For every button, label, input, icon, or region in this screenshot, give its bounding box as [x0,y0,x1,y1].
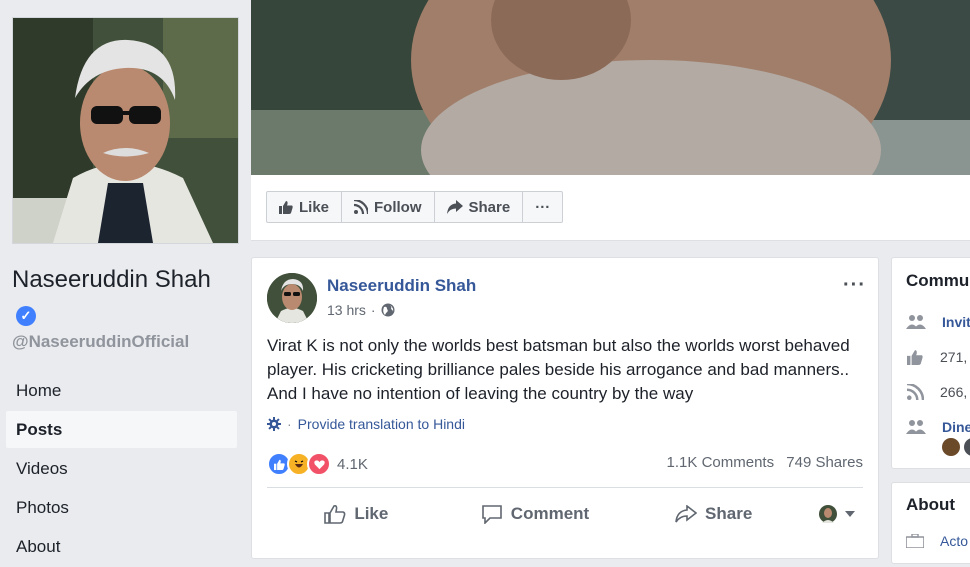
globe-icon[interactable] [381,303,395,317]
share-label: Share [705,504,753,523]
post-options-button[interactable]: ··· [843,274,866,297]
community-invite-link: Invit [942,314,970,330]
share-button[interactable]: Share [624,504,803,524]
friend-avatar[interactable] [942,438,960,456]
more-dots-icon: ··· [535,198,551,216]
page-action-bar: Like Follow Share ··· [251,175,970,241]
rss-icon [906,384,924,400]
page-title: Naseeruddin Shah ✓ [12,262,232,332]
post-divider [267,487,863,488]
share-arrow-icon [446,200,463,214]
page-nav: Home Posts Videos Photos About [6,372,237,567]
about-category: Acto [940,533,969,549]
thumbs-up-icon [279,201,293,214]
nav-item-videos[interactable]: Videos [6,450,237,487]
post-author-avatar[interactable] [267,273,317,323]
community-friends-link: Dine [942,419,970,435]
post-timestamp[interactable]: 13 hrs [327,302,366,318]
comment-label: Comment [510,504,590,523]
community-likes-row: 271, [906,349,967,365]
community-invite-row[interactable]: Invit [906,314,970,330]
chevron-down-icon [845,511,856,517]
reaction-summary[interactable]: 4.1K [267,452,368,476]
verified-badge-icon: ✓ [16,306,36,326]
follow-label: Follow [374,198,422,216]
like-button[interactable]: Like [267,504,446,524]
briefcase-icon [906,534,924,548]
like-page-button[interactable]: Like [267,192,343,222]
post-author-name[interactable]: Naseeruddin Shah [327,276,476,296]
page-action-buttons: Like Follow Share ··· [266,191,564,223]
friend-avatar[interactable] [964,438,970,456]
translate-link[interactable]: Provide translation to Hindi [298,416,465,432]
community-card: Commu Invit 271, 266, Dine [891,257,970,469]
nav-item-posts[interactable]: Posts [6,411,237,448]
share-arrow-outline-icon [675,505,698,523]
about-category-row[interactable]: Acto [906,533,968,549]
nav-item-about[interactable]: About [6,528,237,565]
profile-photo[interactable] [12,17,239,244]
about-card: About Acto [891,482,970,564]
translate-separator: · [287,416,292,432]
gear-icon[interactable] [267,417,281,431]
thumbs-up-icon [907,350,923,365]
page-name: Naseeruddin Shah [12,266,211,293]
post-stats: 1.1K Comments 749 Shares [659,454,863,471]
more-options-button[interactable]: ··· [523,192,562,222]
post-action-bar: Like Comment Share [267,496,863,532]
nav-item-photos[interactable]: Photos [6,489,237,526]
people-icon [906,420,926,434]
post-card: Naseeruddin Shah 13 hrs · ··· Virat K is… [251,257,879,559]
share-count[interactable]: 749 Shares [786,454,863,471]
share-page-label: Share [468,198,511,216]
people-icon [906,315,926,329]
comment-button[interactable]: Comment [446,504,625,524]
community-follows-count: 266, [940,384,968,400]
reaction-count: 4.1K [337,455,368,473]
like-label: Like [354,504,389,523]
comment-count[interactable]: 1.1K Comments [667,454,775,471]
cover-photo[interactable] [251,0,970,175]
thumbs-up-outline-icon [324,505,346,524]
post-as-selector[interactable] [803,505,863,523]
community-follows-row: 266, [906,384,967,400]
page-handle[interactable]: @NaseeruddinOfficial [12,332,189,352]
about-title: About [906,495,956,514]
community-title: Commu [906,271,970,290]
like-page-label: Like [299,198,330,216]
user-avatar-icon [819,505,838,523]
follow-button[interactable]: Follow [342,192,435,222]
translation-row: · Provide translation to Hindi [267,416,465,432]
rss-icon [354,200,369,214]
meta-separator: · [370,302,376,318]
community-likes-count: 271, [940,349,968,365]
nav-item-home[interactable]: Home [6,372,237,409]
post-text: Virat K is not only the worlds best bats… [267,336,850,403]
post-meta: 13 hrs · [327,302,395,318]
love-reaction-icon [307,452,331,476]
share-page-button[interactable]: Share [435,192,524,222]
community-friends-row[interactable]: Dine [906,419,970,435]
comment-bubble-icon [481,505,502,524]
